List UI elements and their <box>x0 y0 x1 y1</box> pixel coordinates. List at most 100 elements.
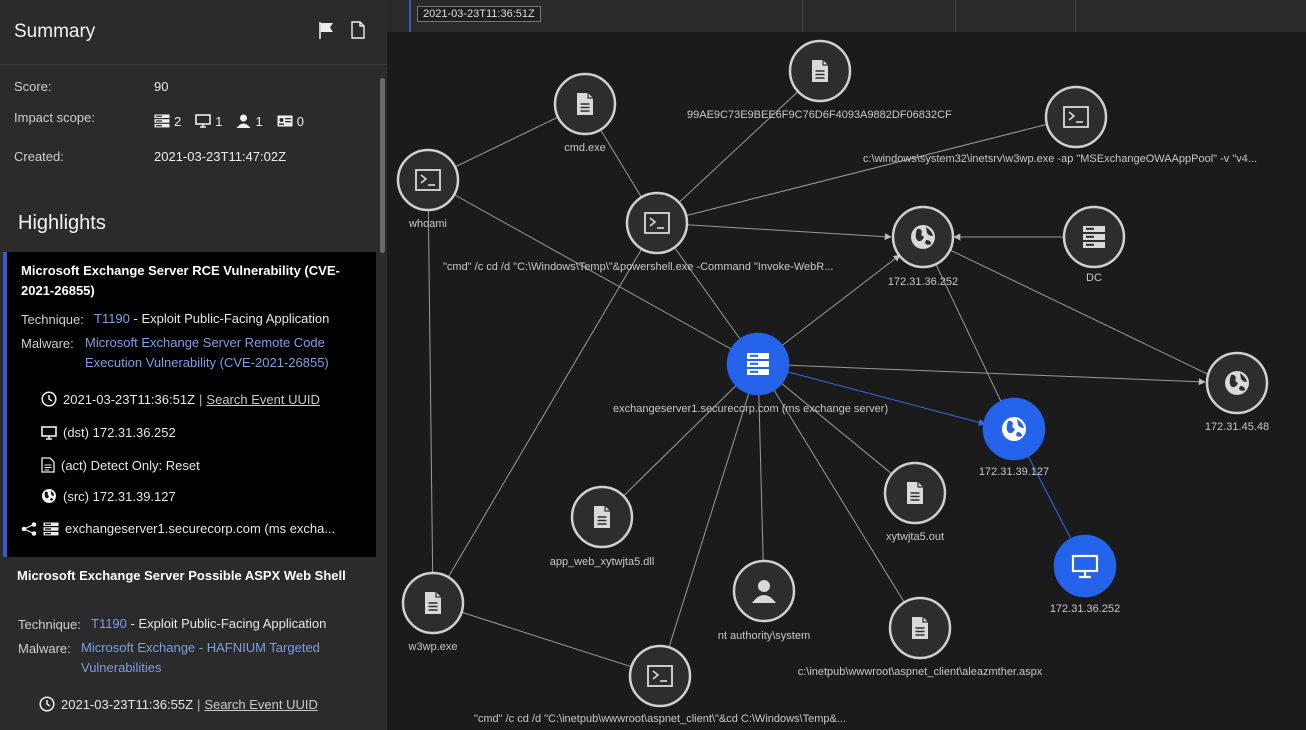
act-value: (act) Detect Only: Reset <box>61 457 200 473</box>
file-icon <box>425 592 441 614</box>
graph-node-exch[interactable] <box>726 332 790 396</box>
graph-node-label: c:\inetpub\wwwroot\aspnet_client\aleazmt… <box>798 666 1043 678</box>
graph-node-label: "cmd" /c cd /d "C:\inetpub\wwwroot\aspne… <box>474 713 846 725</box>
flag-icon[interactable] <box>317 20 337 40</box>
globe-icon <box>911 225 935 249</box>
globe-icon <box>1225 371 1249 395</box>
graph-node-nt[interactable] <box>732 559 796 623</box>
graph-node-label: w3wp.exe <box>408 641 458 653</box>
dst-value: (dst) 172.31.36.252 <box>63 425 176 440</box>
impact-servers[interactable]: 2 <box>154 114 181 129</box>
file-icon <box>812 60 828 82</box>
scrollbar[interactable] <box>380 78 385 253</box>
graph-node-label: xytwjta5.out <box>886 531 944 543</box>
event-time-row: 2021-03-23T11:36:51Z | Search Event UUID <box>41 391 320 407</box>
edge <box>656 70 821 224</box>
globe-icon <box>42 489 56 503</box>
server-icon <box>747 353 769 375</box>
search-event-link[interactable]: Search Event UUID <box>206 392 319 407</box>
clock-icon <box>39 696 55 712</box>
graph-node-ip39127[interactable] <box>982 397 1046 461</box>
id-card-icon <box>277 115 293 127</box>
score-value: 90 <box>154 79 169 94</box>
impact-devices[interactable]: 1 <box>195 114 222 129</box>
graph-node-w3wp[interactable] <box>401 571 465 635</box>
edge <box>757 363 765 592</box>
impact-users[interactable]: 1 <box>236 114 263 129</box>
graph-node-ip4548[interactable] <box>1205 351 1269 415</box>
graph-node-whoami[interactable] <box>396 148 460 212</box>
technique-link[interactable]: T1190 <box>91 616 127 631</box>
graph-node-ip252a[interactable] <box>891 205 955 269</box>
malware-link[interactable]: Microsoft Exchange Server Remote Code Ex… <box>85 333 355 373</box>
graph-node-label: DC <box>1086 272 1102 284</box>
highlight-card[interactable]: Microsoft Exchange Server RCE Vulnerabil… <box>3 252 376 557</box>
technique-name: - Exploit Public-Facing Application <box>129 311 330 326</box>
host-value: exchangeserver1.securecorp.com (ms excha… <box>65 521 336 536</box>
graph-node-label: 99AE9C73E9BEE6F9C76D6F4093A9882DF06832CF <box>687 109 952 121</box>
malware-label: Malware: <box>18 641 71 656</box>
graph-node-label: nt authority\system <box>718 630 810 642</box>
graph-node-cmd2[interactable] <box>628 644 692 708</box>
file-icon <box>907 482 923 504</box>
graph-node-label: whoami <box>408 218 447 230</box>
server-icon <box>1083 226 1105 248</box>
header-divider <box>0 64 387 65</box>
graph-node-ps[interactable] <box>625 191 689 255</box>
monitor-icon <box>195 114 212 128</box>
user-icon <box>236 114 251 128</box>
created-value: 2021-03-23T11:47:02Z <box>154 149 287 164</box>
graph-node-dll[interactable] <box>570 485 634 549</box>
document-icon[interactable] <box>348 20 368 40</box>
investigation-graph[interactable]: 2021-03-23T11:36:51Z cmd.exe 99AE9C73E9B… <box>387 0 1306 730</box>
highlight-title: Microsoft Exchange Server Possible ASPX … <box>17 568 346 583</box>
server-icon <box>43 522 59 535</box>
graph-canvas: cmd.exe 99AE9C73E9BEE6F9C76D6F4093A9882D… <box>396 39 1269 725</box>
created-label: Created: <box>14 149 64 164</box>
event-time: 2021-03-23T11:36:55Z <box>61 696 194 712</box>
edge <box>427 179 434 604</box>
graph-node-label: 172.31.36.252 <box>888 276 958 288</box>
file-icon <box>912 617 928 639</box>
graph-node-w3wp_cmd[interactable] <box>1044 85 1108 149</box>
graph-node-hash[interactable] <box>788 39 852 103</box>
impact-accounts[interactable]: 0 <box>277 114 304 129</box>
highlight-card[interactable]: Microsoft Exchange Server Possible ASPX … <box>3 557 376 730</box>
search-event-link[interactable]: Search Event UUID <box>204 697 317 712</box>
server-icon <box>154 114 170 128</box>
globe-icon <box>1002 417 1026 441</box>
graph-node-label: 172.31.36.252 <box>1050 603 1120 615</box>
summary-title: Summary <box>14 21 96 42</box>
document-icon <box>41 457 55 473</box>
monitor-icon <box>41 425 57 440</box>
edge <box>432 602 661 677</box>
graph-node-cmd[interactable] <box>553 72 617 136</box>
file-icon <box>594 506 610 528</box>
dst-row: (dst) 172.31.36.252 <box>41 425 176 440</box>
technique-link[interactable]: T1190 <box>94 311 130 326</box>
graph-node-label: 172.31.45.48 <box>1205 421 1269 433</box>
graph-node-xy[interactable] <box>883 461 947 525</box>
impact-scope-label: Impact scope: <box>14 110 95 125</box>
graph-node-aspx[interactable] <box>888 596 952 660</box>
graph-nodes: cmd.exe 99AE9C73E9BEE6F9C76D6F4093A9882D… <box>396 39 1269 725</box>
event-time: 2021-03-23T11:36:51Z <box>63 391 196 407</box>
technique-label: Technique: <box>18 617 81 632</box>
graph-node-label: cmd.exe <box>564 142 606 154</box>
technique-name: - Exploit Public-Facing Application <box>126 616 327 631</box>
graph-node-label: exchangeserver1.securecorp.com (ms excha… <box>613 403 888 415</box>
edge <box>922 236 1015 430</box>
edge-active <box>757 363 986 426</box>
malware-link[interactable]: Microsoft Exchange - HAFNIUM Targeted Vu… <box>81 638 351 678</box>
highlights-title: Highlights <box>18 212 106 234</box>
impact-scope: 2 1 1 0 <box>154 112 318 130</box>
src-row: (src) 172.31.39.127 <box>41 488 176 504</box>
share-nodes-icon[interactable] <box>21 521 37 536</box>
graph-node-ip252b[interactable] <box>1053 534 1117 598</box>
act-row: (act) Detect Only: Reset <box>41 457 200 473</box>
event-time-row: 2021-03-23T11:36:55Z | Search Event UUID <box>39 696 318 712</box>
malware-label: Malware: <box>21 336 74 351</box>
graph-node-dc[interactable] <box>1062 205 1126 269</box>
edge <box>757 363 1206 386</box>
edge <box>656 222 892 241</box>
